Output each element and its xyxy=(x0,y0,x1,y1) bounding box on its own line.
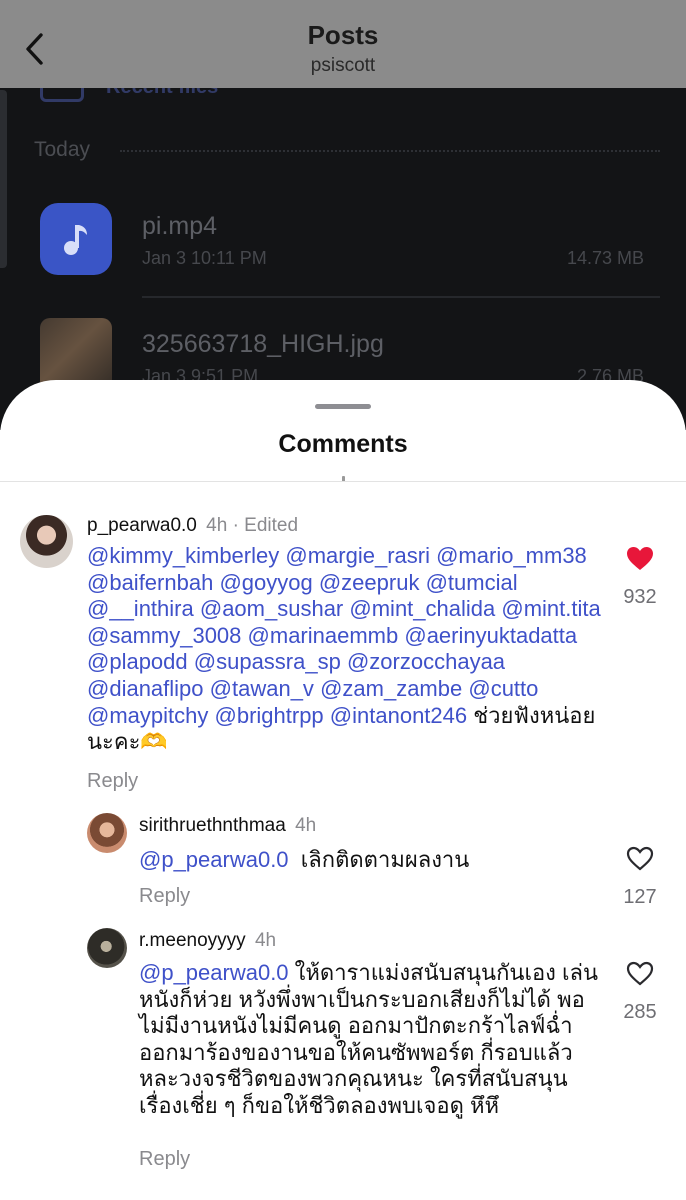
avatar[interactable] xyxy=(87,928,127,968)
mention-link[interactable]: @baifernbah xyxy=(87,570,213,595)
mention-link[interactable]: @kimmy_kimberley xyxy=(87,543,279,568)
sheet-divider xyxy=(0,481,686,482)
comment-header: p_pearwa0.0 4h · Edited xyxy=(87,515,298,537)
file-date: Jan 3 10:11 PM xyxy=(142,248,267,268)
mention-link[interactable]: @goyyog xyxy=(219,570,312,595)
comment-body-text: เลิกติดตามผลงาน xyxy=(300,847,470,872)
like-control[interactable]: 127 xyxy=(610,846,670,909)
reply-button[interactable]: Reply xyxy=(87,770,138,793)
page-subtitle[interactable]: psiscott xyxy=(0,55,686,77)
like-count: 127 xyxy=(623,886,657,908)
mention-link[interactable]: @aerinyuktadatta xyxy=(404,623,577,648)
file-name: 325663718_HIGH.jpg xyxy=(142,330,384,358)
mention-link[interactable]: @zam_zambe xyxy=(320,676,462,701)
comment-meta: 4h xyxy=(254,930,277,951)
mention-link[interactable]: @intanont246 xyxy=(330,703,467,728)
heart-filled-icon[interactable] xyxy=(626,546,654,571)
mention-link[interactable]: @mario_mm38 xyxy=(436,543,587,568)
mention-link[interactable]: @supassra_sp xyxy=(194,649,341,674)
mention-link[interactable]: @zeepruk xyxy=(319,570,420,595)
mention-link[interactable]: @zorzocchayaa xyxy=(347,649,505,674)
comment-meta: 4h xyxy=(295,815,317,836)
file-size: 14.73 MB xyxy=(566,248,644,268)
like-count: 285 xyxy=(623,1001,657,1023)
page-title: Posts xyxy=(307,20,379,50)
mention-link[interactable]: @mint_chalida xyxy=(349,596,495,621)
mention-link[interactable]: @p_pearwa0.0 xyxy=(139,960,289,985)
mention-link[interactable]: @cutto xyxy=(468,676,538,701)
mention-link[interactable]: @p_pearwa0.0 xyxy=(139,847,289,872)
mention-link[interactable]: @plapodd xyxy=(87,649,188,674)
scroll-indicator xyxy=(0,90,7,268)
heart-outline-icon[interactable] xyxy=(626,961,654,986)
username[interactable]: sirithruethnthmaa xyxy=(139,815,286,836)
avatar[interactable] xyxy=(87,813,127,853)
file-divider xyxy=(142,296,660,298)
music-file-icon xyxy=(40,203,112,275)
like-control[interactable]: 932 xyxy=(610,546,670,609)
comment-header: r.meenoyyyy 4h xyxy=(139,930,276,952)
username[interactable]: r.meenoyyyy xyxy=(139,930,246,951)
sheet-title: Comments xyxy=(278,430,408,458)
like-control[interactable]: 285 xyxy=(610,961,670,1024)
comment-text: @p_pearwa0.0 เลิกติดตามผลงาน xyxy=(139,847,609,874)
comment-text: @kimmy_kimberley @margie_rasri @mario_mm… xyxy=(87,543,607,756)
mention-link[interactable]: @brightrpp xyxy=(215,703,324,728)
mention-link[interactable]: @aom_sushar xyxy=(200,596,343,621)
reply-button[interactable]: Reply xyxy=(139,1148,190,1171)
mention-link[interactable]: @tawan_v xyxy=(210,676,314,701)
mention-link[interactable]: @mint.tita xyxy=(501,596,600,621)
section-divider xyxy=(120,150,660,152)
file-row: pi.mp4 Jan 3 10:11 PM 14.73 MB xyxy=(40,200,660,280)
mention-link[interactable]: @maypitchy xyxy=(87,703,208,728)
mention-link[interactable]: @__inthira xyxy=(87,596,194,621)
mention-link[interactable]: @marinaemmb xyxy=(248,623,399,648)
mention-link[interactable]: @dianaflipo xyxy=(87,676,204,701)
mention-list: @kimmy_kimberley @margie_rasri @mario_mm… xyxy=(87,543,601,728)
nav-header: Posts psiscott xyxy=(0,0,686,88)
reply-button[interactable]: Reply xyxy=(139,885,190,908)
avatar[interactable] xyxy=(20,515,73,568)
like-count: 932 xyxy=(623,586,657,608)
comment-meta: 4h · Edited xyxy=(206,515,299,536)
username[interactable]: p_pearwa0.0 xyxy=(87,515,197,536)
section-label-today: Today xyxy=(34,138,91,161)
drag-handle[interactable] xyxy=(315,404,371,409)
mention-link[interactable]: @sammy_3008 xyxy=(87,623,241,648)
mention-link[interactable]: @margie_rasri xyxy=(285,543,430,568)
heart-outline-icon[interactable] xyxy=(626,846,654,871)
comment-header: sirithruethnthmaa 4h xyxy=(139,815,316,837)
comment-text: @p_pearwa0.0 ให้ดาราแม่งสนับสนุนกันเอง เ… xyxy=(139,960,609,1120)
file-name: pi.mp4 xyxy=(142,212,218,240)
mention-link[interactable]: @tumcial xyxy=(426,570,518,595)
